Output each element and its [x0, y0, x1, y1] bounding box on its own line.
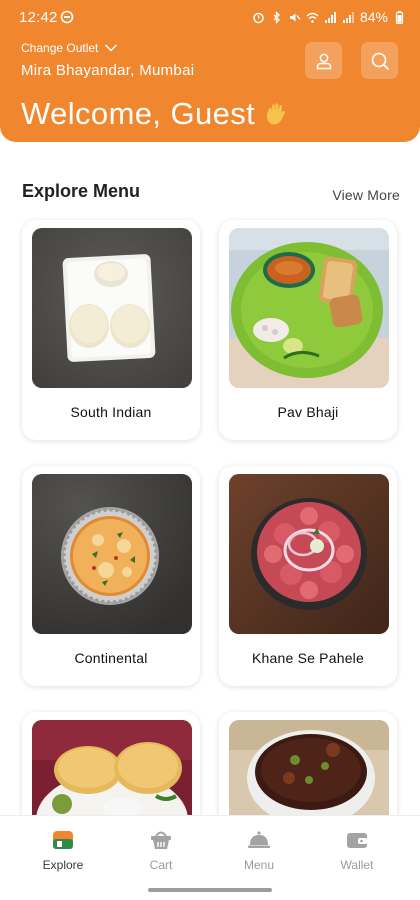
category-card-pav-bhaji[interactable]: Pav Bhaji — [219, 220, 397, 440]
view-more-link[interactable]: View More — [332, 187, 400, 203]
wifi-icon — [306, 12, 319, 23]
category-card-continental[interactable]: Continental — [22, 466, 200, 686]
battery-icon — [395, 10, 404, 24]
welcome-text: Welcome, Guest — [21, 96, 256, 131]
profile-button[interactable] — [305, 42, 342, 79]
search-button[interactable] — [361, 42, 398, 79]
category-image-khane-se-pahele — [229, 474, 389, 634]
nav-explore[interactable]: Explore — [23, 828, 103, 872]
user-icon — [316, 53, 331, 69]
category-image-south-indian — [32, 228, 192, 388]
mute-icon — [289, 13, 301, 21]
category-label: South Indian — [70, 404, 152, 420]
app-screen: 12:42 84% Change Outlet Mira Bhayandar, … — [0, 0, 420, 900]
battery-percent: 84% — [359, 9, 388, 25]
bluetooth-icon — [273, 10, 280, 24]
cloche-icon — [248, 831, 270, 848]
status-time: 12:42 — [19, 9, 58, 26]
outlet-name: Mira Bhayandar, Mumbai — [21, 62, 195, 79]
category-image-continental — [32, 474, 192, 634]
chevron-down-icon — [105, 44, 118, 52]
nav-menu-label: Menu — [243, 858, 275, 872]
header: 12:42 84% Change Outlet Mira Bhayandar, … — [0, 0, 420, 142]
status-bar: 12:42 84% — [0, 0, 420, 34]
nav-wallet[interactable]: Wallet — [317, 828, 397, 872]
nav-menu[interactable]: Menu — [219, 828, 299, 872]
alarm-icon — [253, 12, 264, 23]
nav-cart-label: Cart — [149, 858, 173, 872]
change-outlet-label: Change Outlet — [21, 41, 99, 55]
category-card-khane-se-pahele[interactable]: Khane Se Pahele — [219, 466, 397, 686]
status-icons: 84% — [252, 9, 406, 25]
cart-basket-icon — [151, 831, 171, 849]
wallet-icon — [347, 833, 367, 848]
category-label: Continental — [74, 650, 148, 666]
signal-icon-2 — [342, 11, 354, 23]
waving-hand-icon — [267, 103, 286, 125]
home-indicator[interactable] — [148, 888, 272, 892]
explore-store-icon — [53, 831, 73, 849]
nav-explore-label: Explore — [42, 858, 84, 872]
search-icon — [371, 52, 389, 70]
category-label: Khane Se Pahele — [252, 650, 364, 666]
sync-status-icon — [60, 10, 74, 24]
category-image-pav-bhaji — [229, 228, 389, 388]
nav-cart[interactable]: Cart — [121, 828, 201, 872]
explore-menu-title: Explore Menu — [22, 181, 141, 201]
change-outlet-button[interactable]: Change Outlet — [21, 41, 118, 55]
welcome-heading: Welcome, Guest — [21, 96, 287, 132]
nav-wallet-label: Wallet — [340, 858, 374, 872]
signal-icon — [324, 11, 336, 23]
category-card-south-indian[interactable]: South Indian — [22, 220, 200, 440]
category-label: Pav Bhaji — [277, 404, 339, 420]
